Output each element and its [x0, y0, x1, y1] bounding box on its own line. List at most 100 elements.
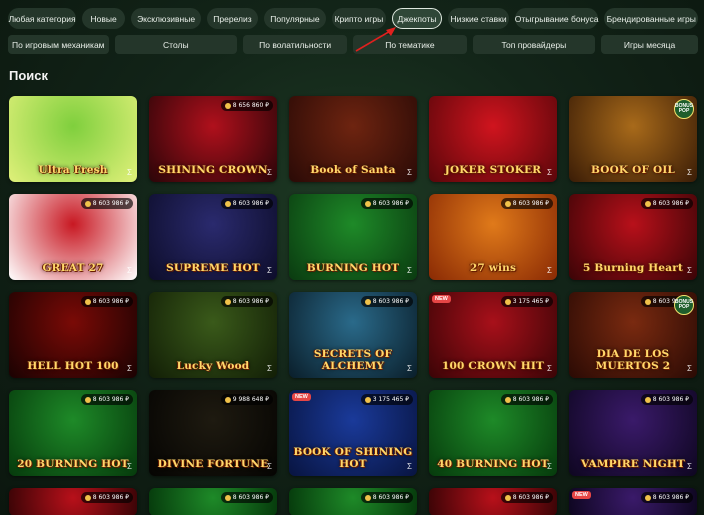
filter-chip-9[interactable]: Брендированные игры	[604, 8, 698, 29]
game-card[interactable]: 8 603 986 ₽	[149, 488, 277, 515]
jackpot-amount: 8 603 986 ₽	[92, 200, 129, 207]
jackpot-amount: 3 175 465 ₽	[372, 396, 409, 403]
filter-tab-3[interactable]: По тематике	[353, 35, 467, 54]
game-card[interactable]: 20 BURNING HOT 8 603 986 ₽ Σ	[9, 390, 137, 476]
game-card[interactable]: SHINING CROWN 8 656 860 ₽ Σ	[149, 96, 277, 182]
filter-chip-6[interactable]: Джекпоты	[391, 8, 443, 29]
jackpot-amount: 3 175 465 ₽	[512, 298, 549, 305]
provider-logo-icon: Σ	[547, 266, 552, 275]
game-card[interactable]: GREAT 27 8 603 986 ₽ Σ	[9, 194, 137, 280]
jackpot-badge: 8 603 986 ₽	[360, 198, 413, 209]
game-card[interactable]: 40 BURNING HOT 8 603 986 ₽ Σ	[429, 390, 557, 476]
game-card[interactable]: BURNING HOT 8 603 986 ₽ Σ	[289, 194, 417, 280]
coin-icon	[644, 298, 651, 305]
filter-chip-1[interactable]: Новые	[82, 8, 126, 29]
coin-icon	[224, 200, 231, 207]
jackpot-amount: 8 603 986 ₽	[372, 200, 409, 207]
game-title: HELL HOT 100	[27, 360, 119, 372]
jackpot-amount: 8 603 986 ₽	[232, 298, 269, 305]
filter-tab-4[interactable]: Топ провайдеры	[472, 35, 596, 54]
game-title: BOOK OF SHINING HOT	[293, 446, 413, 470]
game-card[interactable]: DIA DE LOS MUERTOS 28 603 986 ₽ BONUS POP…	[569, 292, 697, 378]
filter-tab-2[interactable]: По волатильности	[243, 35, 348, 54]
provider-logo-icon: Σ	[407, 168, 412, 177]
game-card[interactable]: VAMPIRE NIGHT 8 603 986 ₽ Σ	[569, 390, 697, 476]
filter-tab-0[interactable]: По игровым механикам	[8, 35, 109, 54]
new-badge: NEW	[292, 393, 311, 401]
jackpot-amount: 9 988 648 ₽	[232, 396, 269, 403]
jackpot-badge: 8 603 986 ₽	[640, 198, 693, 209]
jackpot-badge: 8 656 860 ₽	[220, 100, 273, 111]
filter-chip-2[interactable]: Эксклюзивные	[131, 8, 202, 29]
filter-chip-3[interactable]: Пререлиз	[207, 8, 258, 29]
game-title: Lucky Wood	[176, 360, 250, 372]
game-card[interactable]: JOKER STOKER Σ	[429, 96, 557, 182]
coin-icon	[224, 494, 231, 501]
jackpot-badge: 8 603 986 ₽	[220, 296, 273, 307]
jackpot-badge: 8 603 986 ₽	[640, 492, 693, 503]
filter-bar: Любая категория Новые Эксклюзивные Пререлиз…	[8, 8, 698, 60]
provider-logo-icon: Σ	[127, 168, 132, 177]
jackpot-badge: 8 603 986 ₽	[500, 198, 553, 209]
game-title: BOOK OF OIL	[590, 164, 676, 176]
filter-chip-7[interactable]: Низкие ставки	[448, 8, 509, 29]
game-card[interactable]: Book of Santa Σ	[289, 96, 417, 182]
game-title: BURNING HOT	[306, 262, 400, 274]
coin-icon	[364, 200, 371, 207]
game-title: DIVINE FORTUNE	[157, 458, 269, 470]
game-card[interactable]: BOOK OF OIL BONUS POP Σ	[569, 96, 697, 182]
game-card[interactable]: 8 603 986 ₽	[429, 488, 557, 515]
new-badge: NEW	[572, 491, 591, 499]
game-card[interactable]: 8 603 986 ₽	[289, 488, 417, 515]
provider-logo-icon: Σ	[407, 364, 412, 373]
game-card[interactable]: 8 603 986 ₽ NEW	[569, 488, 697, 515]
game-card[interactable]: 8 603 986 ₽	[9, 488, 137, 515]
provider-logo-icon: Σ	[267, 462, 272, 471]
filter-chip-0[interactable]: Любая категория	[8, 8, 77, 29]
filter-tab-1[interactable]: Столы	[114, 35, 238, 54]
jackpot-badge: 8 603 986 ₽	[80, 394, 133, 405]
jackpot-amount: 8 603 986 ₽	[232, 200, 269, 207]
jackpot-amount: 8 603 986 ₽	[512, 200, 549, 207]
game-card[interactable]: Ultra Fresh Σ	[9, 96, 137, 182]
jackpot-badge: 3 175 465 ₽	[500, 296, 553, 307]
coin-icon	[364, 298, 371, 305]
game-card[interactable]: SUPREME HOT 8 603 986 ₽ Σ	[149, 194, 277, 280]
game-card[interactable]: 27 wins 8 603 986 ₽ Σ	[429, 194, 557, 280]
coin-icon	[224, 102, 231, 109]
jackpot-amount: 8 656 860 ₽	[232, 102, 269, 109]
filter-chip-5[interactable]: Крипто игры	[332, 8, 386, 29]
filter-chip-4[interactable]: Популярные	[263, 8, 327, 29]
jackpot-amount: 8 603 986 ₽	[512, 396, 549, 403]
jackpot-badge: 9 988 648 ₽	[220, 394, 273, 405]
coin-icon	[84, 298, 91, 305]
game-card[interactable]: BOOK OF SHINING HOT 3 175 465 ₽ NEW Σ	[289, 390, 417, 476]
coin-icon	[224, 298, 231, 305]
filter-tab-5[interactable]: Игры месяца	[601, 35, 698, 54]
game-title: GREAT 27	[42, 262, 104, 274]
bonus-pop-badge: BONUS POP	[674, 99, 694, 119]
game-card[interactable]: DIVINE FORTUNE 9 988 648 ₽ Σ	[149, 390, 277, 476]
provider-logo-icon: Σ	[687, 168, 692, 177]
game-title: SECRETS OF ALCHEMY	[313, 348, 393, 372]
provider-logo-icon: Σ	[687, 266, 692, 275]
game-title: JOKER STOKER	[444, 164, 542, 176]
game-card[interactable]: SECRETS OF ALCHEMY 8 603 986 ₽ Σ	[289, 292, 417, 378]
provider-logo-icon: Σ	[687, 462, 692, 471]
provider-logo-icon: Σ	[687, 364, 692, 373]
provider-logo-icon: Σ	[267, 364, 272, 373]
jackpot-amount: 8 603 986 ₽	[92, 494, 129, 501]
game-card[interactable]: 100 CROWN HIT 3 175 465 ₽ NEW Σ	[429, 292, 557, 378]
provider-logo-icon: Σ	[267, 168, 272, 177]
game-card[interactable]: 5 Burning Heart 8 603 986 ₽ Σ	[569, 194, 697, 280]
filter-chip-8[interactable]: Отыгрывание бонуса	[514, 8, 599, 29]
game-card[interactable]: Lucky Wood 8 603 986 ₽ Σ	[149, 292, 277, 378]
mechanic-chips-row: По игровым механикам Столы По волатильност…	[8, 35, 698, 54]
jackpot-amount: 8 603 986 ₽	[372, 298, 409, 305]
jackpot-amount: 8 603 986 ₽	[512, 494, 549, 501]
game-card[interactable]: HELL HOT 100 8 603 986 ₽ Σ	[9, 292, 137, 378]
jackpot-badge: 8 603 986 ₽	[80, 296, 133, 307]
category-chips-row: Любая категория Новые Эксклюзивные Пререлиз…	[8, 8, 698, 29]
jackpot-amount: 8 603 986 ₽	[232, 494, 269, 501]
new-badge: NEW	[432, 295, 451, 303]
